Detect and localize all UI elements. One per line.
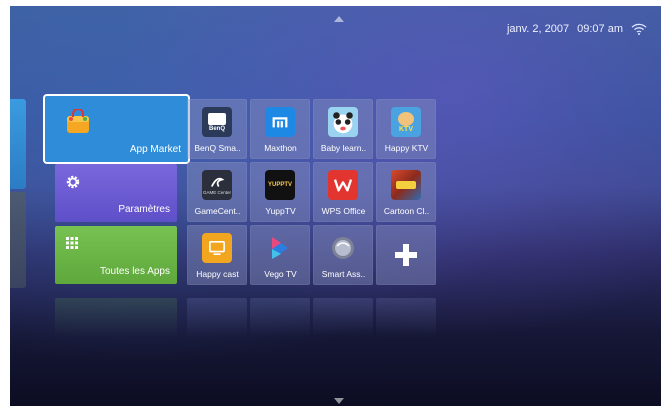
- app-tile-maxthon[interactable]: Maxthon: [250, 99, 310, 159]
- app-tile-game-center[interactable]: GAME Center GameCent..: [187, 162, 247, 222]
- app-tile-cartoon[interactable]: Cartoon Cl..: [376, 162, 436, 222]
- app-tile-benq[interactable]: BenQ BenQ Sma..: [187, 99, 247, 159]
- status-date: janv. 2, 2007: [506, 23, 570, 35]
- app-tile-happy-cast[interactable]: Happy cast: [187, 225, 247, 285]
- gear-icon: [65, 174, 81, 190]
- benq-icon: BenQ: [202, 107, 232, 137]
- grid-icon: [66, 236, 78, 249]
- app-label: WPS Office: [321, 206, 366, 216]
- wifi-icon: [631, 23, 647, 35]
- all-apps-label: Toutes les Apps: [99, 266, 170, 277]
- app-label: Happy cast: [196, 269, 239, 279]
- ktv-icon: KTV: [391, 107, 421, 137]
- app-market-label: App Market: [129, 144, 181, 155]
- yupp-badge: YUPPTV: [267, 182, 292, 188]
- baby-learning-icon: [328, 107, 358, 137]
- status-bar: janv. 2, 2007 09:07 am: [507, 23, 647, 35]
- vego-tv-icon: [265, 233, 295, 263]
- yupptv-icon: YUPPTV: [265, 170, 295, 200]
- maxthon-icon: [265, 107, 295, 137]
- cartoon-icon: [391, 170, 421, 200]
- scroll-down-icon[interactable]: [334, 398, 344, 404]
- app-label: YuppTV: [265, 206, 296, 216]
- smart-assistant-icon: [328, 233, 358, 263]
- app-label: Happy KTV: [384, 143, 429, 153]
- launcher-screen: janv. 2, 2007 09:07 am App Market Paramè…: [10, 6, 661, 406]
- settings-label: Paramètres: [118, 204, 170, 215]
- game-badge: GAME Center: [202, 189, 231, 195]
- app-label: Baby learn..: [320, 143, 367, 153]
- app-tile-happy-ktv[interactable]: KTV Happy KTV: [376, 99, 436, 159]
- side-panel-top[interactable]: [10, 99, 26, 189]
- benq-badge: BenQ: [208, 125, 225, 132]
- game-center-icon: GAME Center: [202, 170, 232, 200]
- app-tile-wps-office[interactable]: WPS Office: [313, 162, 373, 222]
- app-label: Vego TV: [264, 269, 297, 279]
- add-app-tile[interactable]: [376, 225, 436, 285]
- app-tile-baby-learning[interactable]: Baby learn..: [313, 99, 373, 159]
- status-time: 09:07 am: [577, 23, 623, 35]
- app-market-tile[interactable]: App Market: [45, 96, 188, 162]
- scroll-up-icon[interactable]: [334, 16, 344, 22]
- side-panel-bottom[interactable]: [10, 192, 26, 288]
- app-tile-smart-assistant[interactable]: Smart Ass..: [313, 225, 373, 285]
- all-apps-tile[interactable]: Toutes les Apps: [55, 226, 177, 284]
- app-label: Cartoon Cl..: [383, 206, 430, 216]
- ktv-badge: KTV: [399, 125, 413, 133]
- app-label: Smart Ass..: [321, 269, 366, 279]
- app-tile-vego-tv[interactable]: Vego TV: [250, 225, 310, 285]
- app-label: Maxthon: [264, 143, 297, 153]
- tile-reflection: [53, 298, 443, 338]
- app-tile-yupptv[interactable]: YUPPTV YuppTV: [250, 162, 310, 222]
- wps-office-icon: [328, 170, 358, 200]
- happy-cast-icon: [202, 233, 232, 263]
- app-label: BenQ Sma..: [194, 143, 241, 153]
- add-icon: [395, 244, 417, 266]
- shopping-bag-icon: [65, 108, 91, 135]
- settings-tile[interactable]: Paramètres: [55, 164, 177, 222]
- app-label: GameCent..: [194, 206, 241, 216]
